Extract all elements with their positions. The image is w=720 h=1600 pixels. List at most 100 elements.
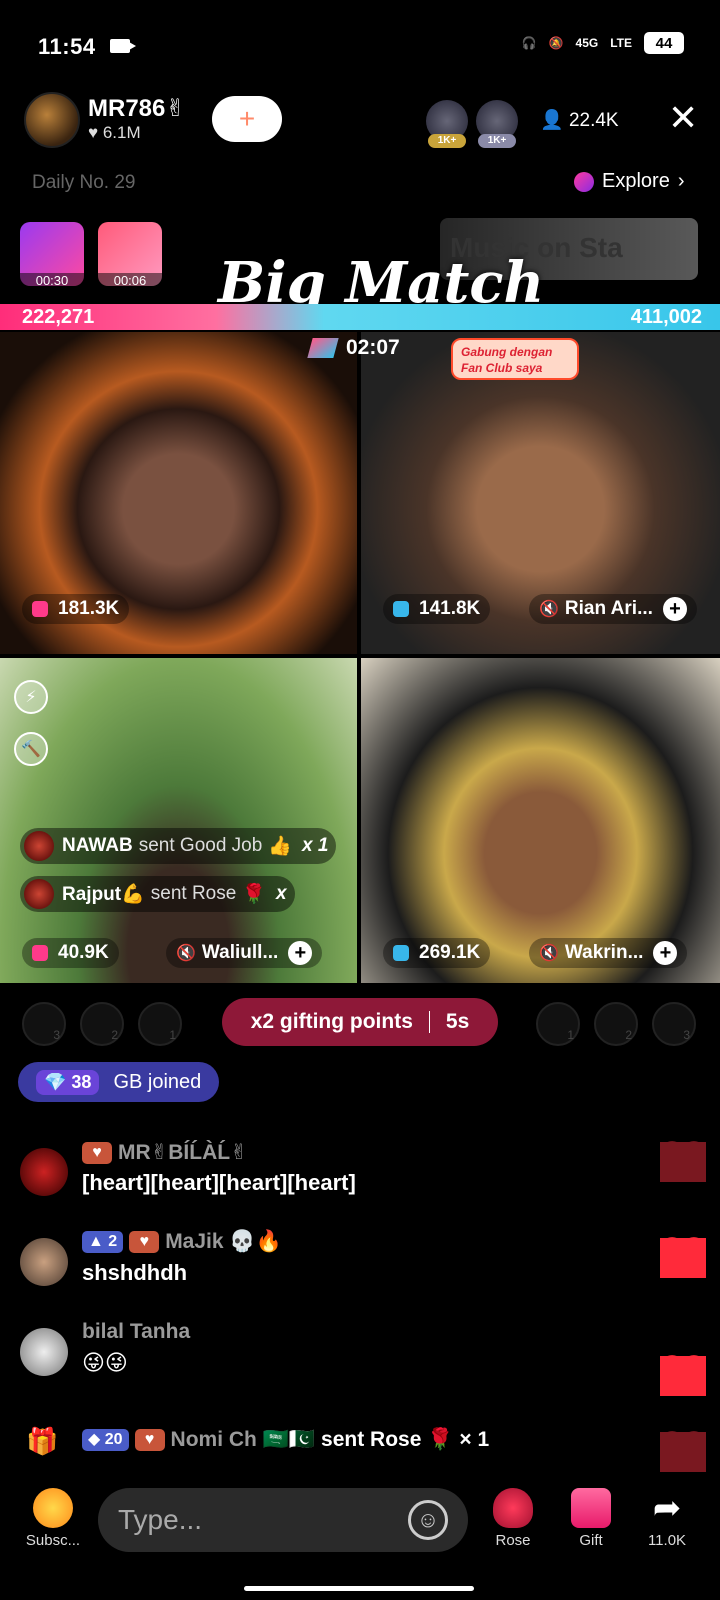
chevron-right-icon: › [677, 170, 685, 192]
heart-icon [660, 1356, 706, 1396]
score-icon [32, 945, 48, 961]
hammer-badge[interactable]: 00:06 [98, 222, 162, 288]
left-contributor-avatar[interactable]: 3 [22, 1002, 66, 1046]
fan-heart-badge: ♥ [129, 1231, 160, 1253]
score-pill: 181.3K [22, 594, 130, 624]
battle-icon [307, 338, 339, 358]
rose-icon: 🌹 [242, 884, 266, 905]
comment-input[interactable]: Type... ☺ [98, 1488, 468, 1552]
fan-level-badge: ◆ 20 [82, 1429, 129, 1451]
top-viewer-badge: 1K+ [428, 134, 466, 148]
add-icon[interactable]: + [662, 597, 687, 621]
thumbs-up-icon: 👍 [268, 836, 292, 857]
chat-username[interactable]: MaJik 💀🔥 [165, 1230, 282, 1254]
guest-name-pill[interactable]: 🔇 Wakrin... + [529, 938, 688, 968]
muted-icon: 🔇 [539, 601, 559, 618]
chat-username[interactable]: Nomi Ch 🇸🇦🇵🇰 [171, 1428, 315, 1452]
score-left: 222,271 [22, 306, 95, 328]
add-icon[interactable]: + [288, 941, 313, 965]
gift-notification: NAWAB sent Good Job 👍 x 1 [20, 828, 337, 864]
gift-action: sent Rose 🌹 [321, 1428, 454, 1451]
right-contributor-avatar[interactable]: 2 [594, 1002, 638, 1046]
explore-icon [574, 171, 594, 192]
rose-gift-button[interactable]: Rose [478, 1488, 548, 1549]
gift-box-icon: 🎁 [26, 1426, 59, 1456]
emoji-icon[interactable]: ☺ [408, 1500, 448, 1540]
lte-indicator: LTE [610, 36, 632, 50]
video-tile-4[interactable]: 269.1K 🔇 Wakrin... + [361, 658, 720, 983]
chat-username[interactable]: bilal Tanha [82, 1320, 190, 1344]
gift-count: × 1 [459, 1428, 490, 1451]
rose-icon [493, 1488, 533, 1528]
score-icon [393, 945, 409, 961]
share-arrow-icon: ➦ [652, 1489, 682, 1527]
top-viewer-avatar[interactable]: 1K+ [476, 100, 518, 148]
screen-record-icon [110, 39, 136, 53]
muted-icon: 🔇 [176, 945, 196, 962]
follow-button[interactable]: + [212, 96, 282, 142]
hammer-side-icon[interactable]: 🔨 [14, 732, 48, 766]
clock: 11:54 [38, 34, 96, 59]
daily-rank[interactable]: Daily No. 29 [32, 172, 136, 194]
viewer-count[interactable]: 👤 22.4K [540, 108, 619, 132]
guest-name-pill[interactable]: 🔇 Waliull... + [166, 938, 323, 968]
left-contributor-avatar[interactable]: 1 [138, 1002, 182, 1046]
close-button[interactable]: ✕ [668, 100, 698, 136]
avatar[interactable] [20, 1148, 68, 1196]
lightning-side-icon[interactable]: ⚡ [14, 680, 48, 714]
divider [428, 1011, 430, 1033]
battle-timer: 02:07 [307, 336, 400, 360]
score-icon [393, 601, 409, 617]
chat-text: [heart][heart][heart][heart] [82, 1170, 356, 1195]
right-contributor-avatar[interactable]: 1 [536, 1002, 580, 1046]
right-contributor-avatar[interactable]: 3 [652, 1002, 696, 1046]
mute-icon: 🔕 [548, 36, 564, 50]
gift-notification: Rajput💪 sent Rose 🌹 x [20, 876, 295, 912]
chat-username[interactable]: MR✌BÍĹÀĹ✌ [118, 1140, 248, 1165]
subscribe-button[interactable]: Subsc... [18, 1488, 88, 1549]
score-pill: 141.8K [383, 594, 491, 624]
add-icon[interactable]: + [653, 941, 678, 965]
gifting-boost-banner[interactable]: x2 gifting points 5s [222, 998, 498, 1046]
score-icon [32, 601, 48, 617]
top-viewer-badge: 1K+ [478, 134, 516, 148]
host-avatar[interactable] [24, 92, 80, 148]
user-joined-notice: 💎 38 GB joined [18, 1062, 220, 1102]
status-bar: 11:54 🎧 🔕 45G LTE 44 [0, 0, 720, 90]
guest-name-pill[interactable]: 🔇 Rian Ari... + [529, 594, 697, 624]
left-contributor-avatar[interactable]: 2 [80, 1002, 124, 1046]
video-tile-2[interactable]: Gabung dengan Fan Club saya 141.8K 🔇 Ria… [361, 332, 720, 654]
avatar [24, 879, 54, 909]
score-right: 411,002 [630, 306, 702, 328]
heart-icon [660, 1238, 706, 1278]
heart-icon [660, 1432, 706, 1472]
host-likes: ♥ 6.1M [88, 123, 141, 142]
lightning-badge[interactable]: 00:30 [20, 222, 84, 288]
fan-level-badge: ▲ 2 [82, 1231, 124, 1253]
score-pill: 40.9K [22, 938, 119, 968]
host-name[interactable]: MR786✌ [88, 94, 185, 123]
heart-icon [660, 1142, 706, 1182]
fan-heart-badge: ♥ [82, 1141, 112, 1164]
status-icons: 🎧 🔕 45G LTE 44 [522, 32, 684, 54]
gift-button[interactable]: Gift [556, 1488, 626, 1549]
bottom-bar: Subsc... Type... ☺ Rose Gift ➦ 11.0K [0, 1480, 720, 1570]
muted-icon: 🔇 [539, 945, 559, 962]
explore-button[interactable]: Explore › [574, 170, 684, 193]
battery-icon: 44 [644, 32, 684, 54]
score-pill: 269.1K [383, 938, 491, 968]
person-icon: 👤 [540, 110, 564, 131]
headphones-icon: 🎧 [521, 36, 537, 50]
gift-icon [571, 1488, 611, 1528]
avatar[interactable] [20, 1238, 68, 1286]
top-viewer-avatar[interactable]: 1K+ [426, 100, 468, 148]
video-tile-1[interactable]: 181.3K [0, 332, 357, 654]
avatar[interactable] [20, 1328, 68, 1376]
fanclub-banner[interactable]: Gabung dengan Fan Club saya [451, 338, 579, 380]
chat-text: 😜😜 [82, 1350, 128, 1375]
heart-plus-icon: + [238, 103, 256, 134]
share-button[interactable]: ➦ 11.0K [632, 1488, 702, 1549]
battle-score-bar [0, 304, 720, 330]
video-tile-3[interactable]: ⚡ 🔨 40.9K 🔇 Waliull... + [0, 658, 357, 983]
home-indicator[interactable] [244, 1586, 474, 1591]
